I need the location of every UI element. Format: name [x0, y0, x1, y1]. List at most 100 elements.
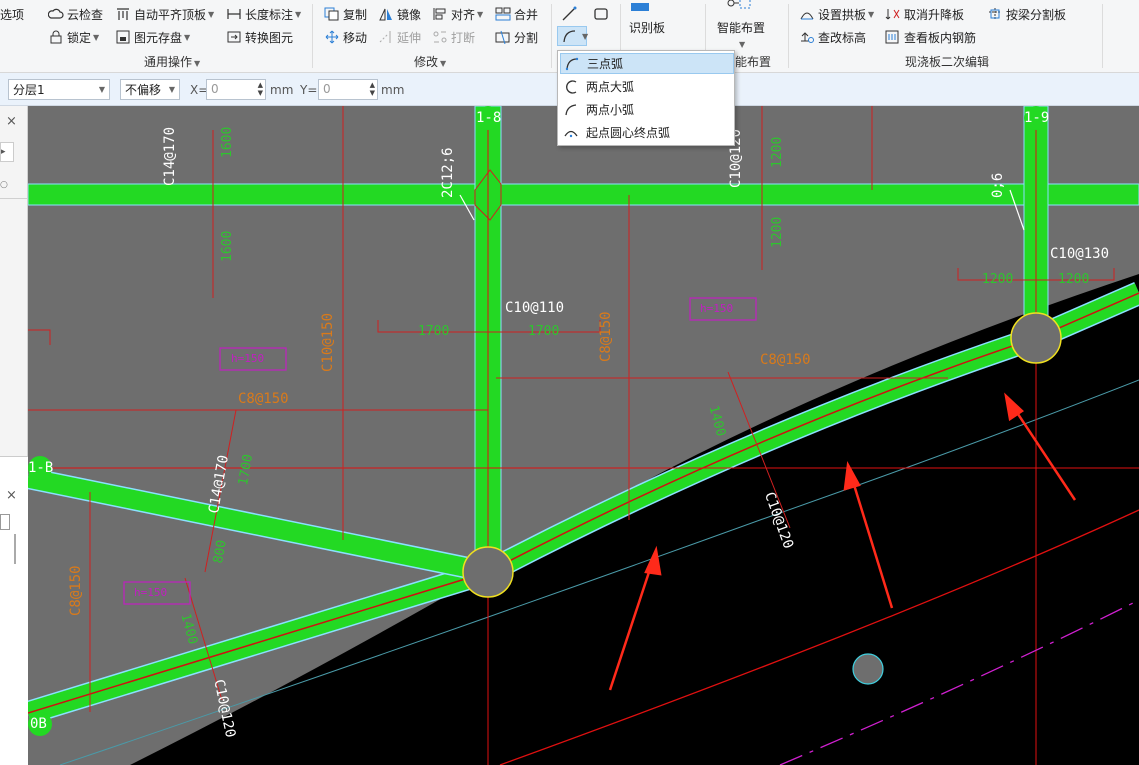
smart-layout-label: 智能布置 — [717, 20, 766, 35]
offset-value: 不偏移 — [125, 83, 162, 97]
menu-item-label: 两点大弧 — [586, 80, 635, 94]
spinner-icon[interactable]: ▲ ▼ — [258, 81, 263, 97]
align-icon — [433, 8, 446, 20]
column-circle — [1010, 312, 1062, 364]
align-top-icon — [117, 8, 129, 20]
identify-slab-label: 识别板 — [629, 20, 666, 35]
axis-arc — [499, 509, 1139, 765]
move-icon — [325, 30, 339, 44]
panel-checkbox[interactable] — [0, 514, 10, 530]
layer-select[interactable]: 分层1 ▼ — [8, 79, 110, 100]
x-unit: mm — [270, 83, 294, 97]
menu-item-label: 三点弧 — [587, 57, 624, 71]
merge-icon — [495, 7, 511, 21]
options-tab[interactable]: 选项 — [0, 4, 24, 24]
break-button[interactable]: 打断 — [432, 27, 475, 47]
split-by-beam-icon — [989, 8, 1001, 20]
extend-button[interactable]: 延伸 — [378, 27, 421, 47]
close-icon[interactable]: × — [6, 114, 17, 129]
break-label: 打断 — [451, 30, 476, 45]
set-arch-button[interactable]: 设置拱板 ▼ — [799, 4, 874, 24]
extend-label: 延伸 — [397, 30, 422, 45]
minor-arc-icon — [565, 103, 577, 115]
merge-label: 合并 — [514, 7, 539, 22]
copy-label: 复制 — [343, 7, 368, 22]
column-circle-small — [852, 653, 884, 685]
menu-item-three-point-arc[interactable]: 三点弧 — [560, 53, 734, 74]
convert-element-button[interactable]: 转换图元 — [226, 27, 293, 47]
length-mark-icon — [227, 9, 241, 19]
copy-button[interactable]: 复制 — [324, 4, 367, 24]
menu-item-two-point-major-arc[interactable]: 两点大弧 — [560, 76, 734, 97]
line-icon — [562, 6, 577, 21]
y-unit: mm — [381, 83, 405, 97]
rectangle-icon — [594, 8, 608, 20]
menu-item-label: 两点小弧 — [586, 103, 635, 117]
length-mark-button[interactable]: 长度标注 ▼ — [226, 4, 301, 24]
check-elevation-label: 查改标高 — [818, 30, 867, 45]
split-button[interactable]: 分割 — [495, 27, 538, 47]
move-button[interactable]: 移动 — [324, 27, 367, 47]
auto-align-top-label: 自动平齐顶板 — [134, 7, 207, 22]
convert-element-label: 转换图元 — [245, 30, 294, 45]
arc-dropdown-menu: 三点弧 两点大弧 两点小弧 起点圆心终点弧 — [557, 50, 735, 146]
cloud-check-button[interactable]: 云检查 — [48, 4, 103, 24]
length-mark-label: 长度标注 — [245, 7, 294, 22]
chevron-down-icon: ▼ — [98, 85, 105, 94]
magenta-dash-arc — [779, 599, 1139, 765]
split-label: 分割 — [514, 30, 539, 45]
mirror-icon — [379, 8, 392, 21]
search-icon[interactable]: ○ — [0, 180, 14, 200]
expand-arrow-icon[interactable]: ▸ — [0, 142, 14, 162]
extend-icon — [379, 31, 391, 43]
cancel-lift-label: 取消升降板 — [904, 7, 965, 22]
ribbon-separator — [788, 4, 789, 68]
ribbon-separator — [1102, 4, 1103, 68]
smart-layout-icon-wrap[interactable] — [725, 0, 756, 14]
draw-rect-button[interactable] — [593, 4, 612, 24]
spinner-icon[interactable]: ▲ ▼ — [370, 81, 375, 97]
lock-label: 锁定 — [67, 30, 92, 45]
close-icon[interactable]: × — [6, 488, 17, 503]
cancel-lift-button[interactable]: 取消升降板 — [885, 4, 964, 24]
modify-group-label[interactable]: 修改 ▼ — [414, 53, 446, 70]
cancel-lift-icon — [885, 9, 900, 20]
view-rebar-button[interactable]: 查看板内钢筋 — [885, 27, 976, 47]
check-elevation-button[interactable]: 查改标高 — [799, 27, 866, 47]
smart-layout-group-label: 能布置 — [735, 55, 772, 69]
layer-value: 分层1 — [13, 83, 45, 97]
y-input[interactable]: 0 ▲ ▼ — [318, 79, 378, 100]
menu-item-center-arc[interactable]: 起点圆心终点弧 — [560, 122, 734, 143]
options-tab-label: 选项 — [0, 7, 25, 22]
save-element-button[interactable]: 图元存盘 ▼ — [115, 27, 190, 47]
panel-divider — [0, 198, 28, 199]
x-input[interactable]: 0 ▲ ▼ — [206, 79, 266, 100]
draw-arc-button[interactable]: ▼ — [557, 26, 588, 46]
identify-slab-icon — [631, 3, 649, 11]
draw-line-button[interactable] — [561, 4, 580, 24]
set-arch-label: 设置拱板 — [818, 7, 867, 22]
view-rebar-label: 查看板内钢筋 — [904, 30, 977, 45]
cloud-icon — [48, 8, 64, 19]
smart-layout-dropdown[interactable]: ▼ — [737, 34, 745, 54]
general-ops-group-label[interactable]: 通用操作 ▼ — [144, 53, 200, 70]
menu-item-two-point-minor-arc[interactable]: 两点小弧 — [560, 99, 734, 120]
convert-element-icon — [227, 31, 241, 43]
lock-button[interactable]: 锁定 ▼ — [48, 27, 99, 47]
split-by-beam-label: 按梁分割板 — [1006, 7, 1067, 22]
three-point-arc-icon — [565, 57, 579, 70]
align-button[interactable]: 对齐 ▼ — [432, 4, 483, 24]
split-icon — [495, 30, 510, 44]
split-by-beam-button[interactable]: 按梁分割板 — [987, 4, 1066, 24]
merge-button[interactable]: 合并 — [495, 4, 538, 24]
mirror-button[interactable]: 镜像 — [378, 4, 421, 24]
offset-select[interactable]: 不偏移 ▼ — [120, 79, 180, 100]
horizontal-beam — [28, 183, 1139, 206]
drawing-canvas[interactable]: 1-8 1-9 1-B 0B C14@170 C10@120 C10@130 C… — [28, 106, 1139, 765]
ribbon-separator — [312, 4, 313, 68]
panel-scrollbar[interactable] — [14, 534, 16, 564]
move-label: 移动 — [343, 30, 368, 45]
elevation-icon — [801, 32, 814, 43]
auto-align-top-button[interactable]: 自动平齐顶板 ▼ — [115, 4, 214, 24]
identify-slab-button[interactable]: 识别板 — [629, 17, 665, 37]
